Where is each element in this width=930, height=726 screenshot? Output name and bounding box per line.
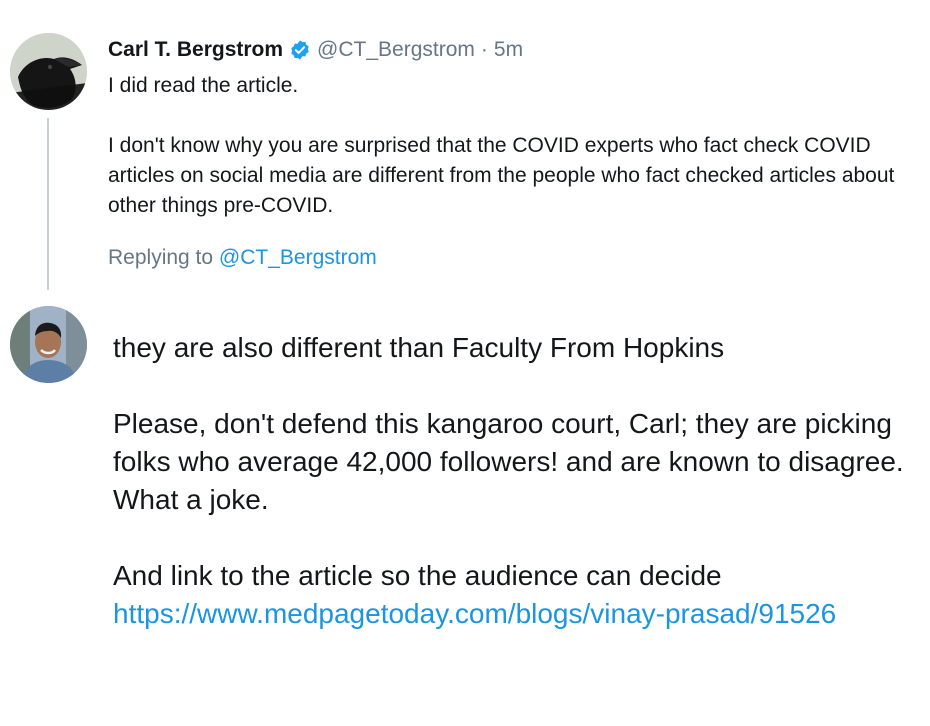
- article-link[interactable]: https://www.medpagetoday.com/blogs/vinay…: [113, 598, 836, 629]
- author-handle[interactable]: @CT_Bergstrom: [317, 38, 475, 62]
- reply-paragraph: they are also different than Faculty Fro…: [113, 332, 725, 363]
- separator-dot: ·: [480, 38, 488, 61]
- replying-to: Replying to @CT_Bergstrom: [108, 246, 377, 270]
- crow-avatar-image: [10, 33, 87, 110]
- tweet-timestamp[interactable]: 5m: [494, 38, 523, 62]
- reply-author-avatar[interactable]: [10, 306, 87, 383]
- tweet-body: I did read the article. I don't know why…: [108, 71, 923, 221]
- thread-connector-line: [47, 118, 49, 290]
- tweet-header: Carl T. Bergstrom @CT_Bergstrom · 5m: [108, 34, 523, 66]
- tweet-paragraph: I don't know why you are surprised that …: [108, 134, 895, 217]
- replying-handle-link[interactable]: @CT_Bergstrom: [219, 246, 377, 269]
- replying-prefix: Replying to: [108, 246, 214, 269]
- verified-badge-icon: [289, 39, 311, 61]
- author-name[interactable]: Carl T. Bergstrom: [108, 38, 283, 62]
- reply-paragraph: Please, don't defend this kangaroo court…: [113, 408, 904, 515]
- reply-closing-text: And link to the article so the audience …: [113, 560, 722, 591]
- person-avatar-image: [10, 306, 87, 383]
- tweet-paragraph: I did read the article.: [108, 74, 299, 97]
- reply-paragraph-closing: And link to the article so the audience …: [113, 557, 923, 633]
- reply-body: they are also different than Faculty Fro…: [113, 329, 923, 633]
- author-avatar[interactable]: [10, 33, 87, 110]
